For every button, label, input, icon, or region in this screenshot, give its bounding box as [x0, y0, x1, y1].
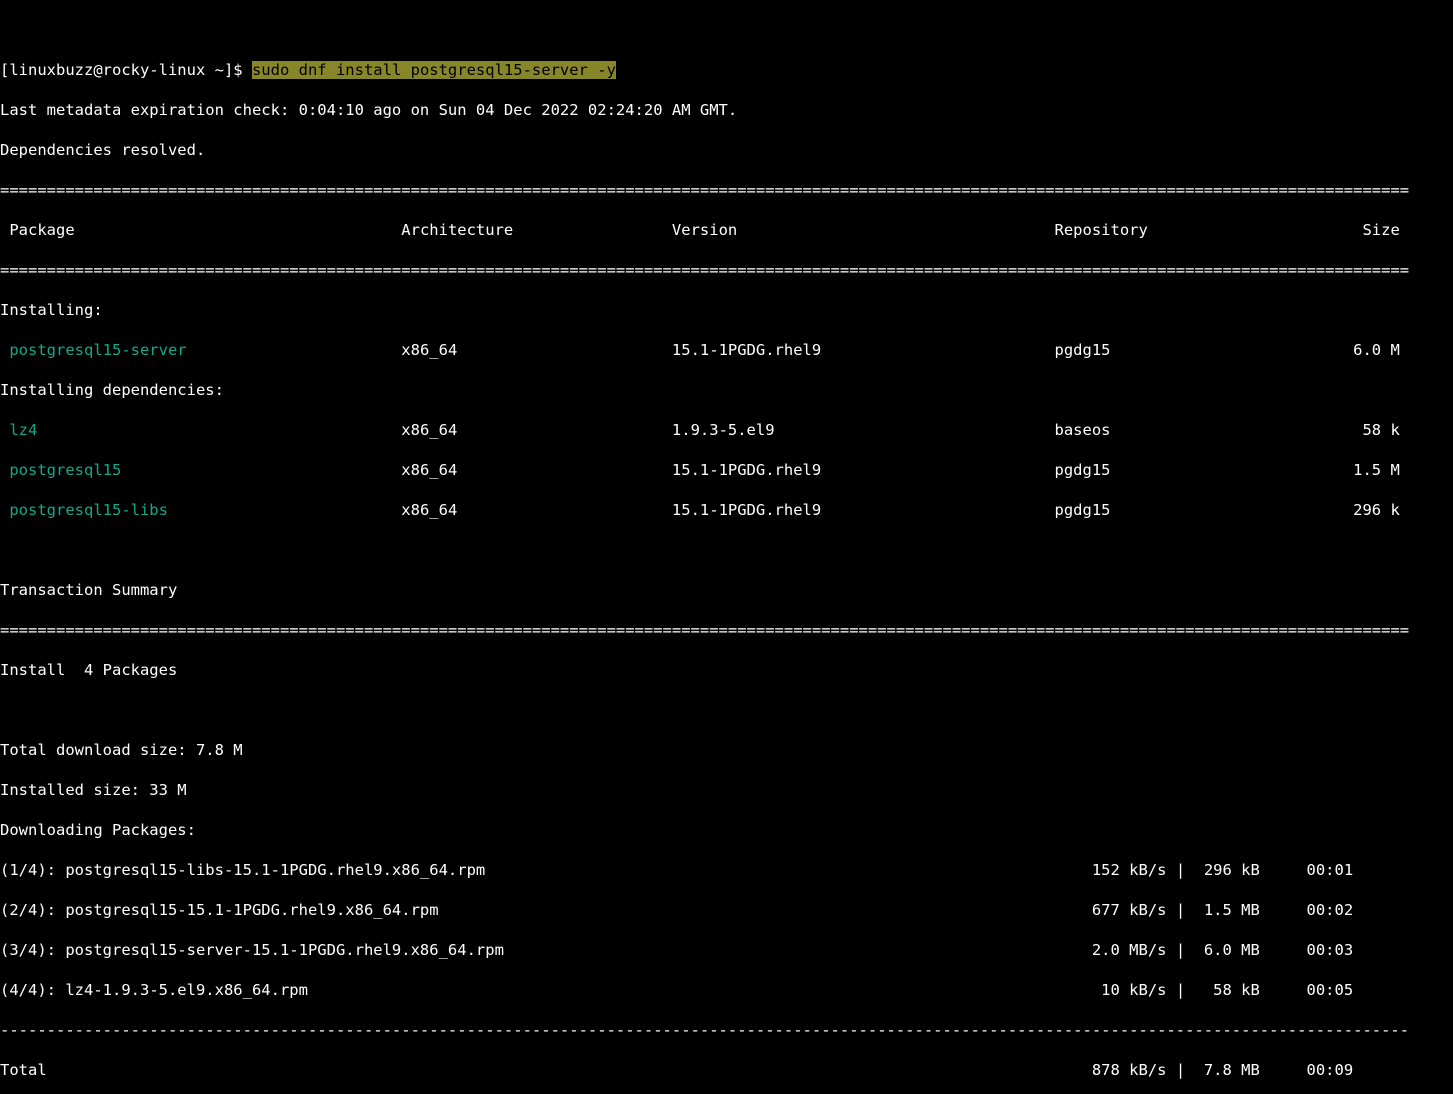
prompt-line[interactable]: [linuxbuzz@rocky-linux ~]$ sudo dnf inst…: [0, 60, 1453, 80]
pkg-size: 296 k: [1334, 501, 1399, 519]
dl-speed: 677 kB/s: [1083, 901, 1167, 919]
dl-file: (4/4): lz4-1.9.3-5.el9.x86_64.rpm: [0, 981, 1083, 999]
pkg-name: postgresql15-libs: [0, 501, 401, 519]
total-label: Total: [0, 1061, 1083, 1079]
table-row: postgresql15 x86_64 15.1-1PGDG.rhel9 pgd…: [0, 460, 1453, 480]
pkg-size: 58 k: [1334, 421, 1399, 439]
metadata-line: Last metadata expiration check: 0:04:10 …: [0, 100, 1453, 120]
pkg-arch: x86_64: [401, 461, 672, 479]
txn-summary-label: Transaction Summary: [0, 580, 1453, 600]
table-row: lz4 x86_64 1.9.3-5.el9 baseos 58 k: [0, 420, 1453, 440]
total-download-size: Total download size: 7.8 M: [0, 740, 1453, 760]
table-row: postgresql15-server x86_64 15.1-1PGDG.rh…: [0, 340, 1453, 360]
pkg-name: lz4: [0, 421, 401, 439]
downloading-label: Downloading Packages:: [0, 820, 1453, 840]
table-header-row: Package Architecture Version Repository …: [0, 220, 1453, 240]
pkg-name: postgresql15: [0, 461, 401, 479]
dl-file: (1/4): postgresql15-libs-15.1-1PGDG.rhel…: [0, 861, 1083, 879]
dl-speed: 152 kB/s: [1083, 861, 1167, 879]
hr-dash: ----------------------------------------…: [0, 1020, 1453, 1040]
dl-size: 296 kB: [1195, 861, 1260, 879]
pkg-repo: pgdg15: [1055, 461, 1335, 479]
dl-size: 1.5 MB: [1195, 901, 1260, 919]
installed-size: Installed size: 33 M: [0, 780, 1453, 800]
dl-speed: 2.0 MB/s: [1083, 941, 1167, 959]
table-row: postgresql15-libs x86_64 15.1-1PGDG.rhel…: [0, 500, 1453, 520]
pkg-version: 1.9.3-5.el9: [672, 421, 1055, 439]
blank-line: [0, 700, 1453, 720]
dl-file: (3/4): postgresql15-server-15.1-1PGDG.rh…: [0, 941, 1083, 959]
installing-label: Installing:: [0, 300, 1453, 320]
hr-double: ========================================…: [0, 260, 1453, 280]
download-row: (3/4): postgresql15-server-15.1-1PGDG.rh…: [0, 940, 1453, 960]
dl-speed: 10 kB/s: [1083, 981, 1167, 999]
total-time: 00:09: [1260, 1061, 1391, 1079]
hdr-arch: Architecture: [401, 221, 672, 239]
dl-size: 6.0 MB: [1195, 941, 1260, 959]
pkg-size: 6.0 M: [1334, 341, 1399, 359]
dl-time: 00:02: [1260, 901, 1391, 919]
deps-resolved-line: Dependencies resolved.: [0, 140, 1453, 160]
download-row: (2/4): postgresql15-15.1-1PGDG.rhel9.x86…: [0, 900, 1453, 920]
dl-size: 58 kB: [1195, 981, 1260, 999]
hr-double: ========================================…: [0, 180, 1453, 200]
install-count: Install 4 Packages: [0, 660, 1453, 680]
dl-time: 00:01: [1260, 861, 1391, 879]
blank-line: [0, 540, 1453, 560]
hdr-version: Version: [672, 221, 1055, 239]
dl-time: 00:03: [1260, 941, 1391, 959]
hr-double: ========================================…: [0, 620, 1453, 640]
hdr-size: Size: [1334, 221, 1399, 239]
pkg-repo: baseos: [1055, 421, 1335, 439]
prompt-user-host: [linuxbuzz@rocky-linux ~]$: [0, 61, 252, 79]
pkg-version: 15.1-1PGDG.rhel9: [672, 461, 1055, 479]
installing-deps-label: Installing dependencies:: [0, 380, 1453, 400]
hdr-package: Package: [0, 221, 401, 239]
pkg-version: 15.1-1PGDG.rhel9: [672, 341, 1055, 359]
pkg-arch: x86_64: [401, 341, 672, 359]
total-speed: 878 kB/s: [1083, 1061, 1167, 1079]
pkg-name: postgresql15-server: [0, 341, 401, 359]
pkg-arch: x86_64: [401, 501, 672, 519]
download-row: (4/4): lz4-1.9.3-5.el9.x86_64.rpm 10 kB/…: [0, 980, 1453, 1000]
total-row: Total 878 kB/s | 7.8 MB 00:09: [0, 1060, 1453, 1080]
pkg-arch: x86_64: [401, 421, 672, 439]
download-row: (1/4): postgresql15-libs-15.1-1PGDG.rhel…: [0, 860, 1453, 880]
dl-file: (2/4): postgresql15-15.1-1PGDG.rhel9.x86…: [0, 901, 1083, 919]
pkg-size: 1.5 M: [1334, 461, 1399, 479]
hdr-repo: Repository: [1055, 221, 1335, 239]
pkg-repo: pgdg15: [1055, 341, 1335, 359]
dl-time: 00:05: [1260, 981, 1391, 999]
prompt-command: sudo dnf install postgresql15-server -y: [252, 61, 616, 79]
pkg-repo: pgdg15: [1055, 501, 1335, 519]
pkg-version: 15.1-1PGDG.rhel9: [672, 501, 1055, 519]
total-size: 7.8 MB: [1195, 1061, 1260, 1079]
